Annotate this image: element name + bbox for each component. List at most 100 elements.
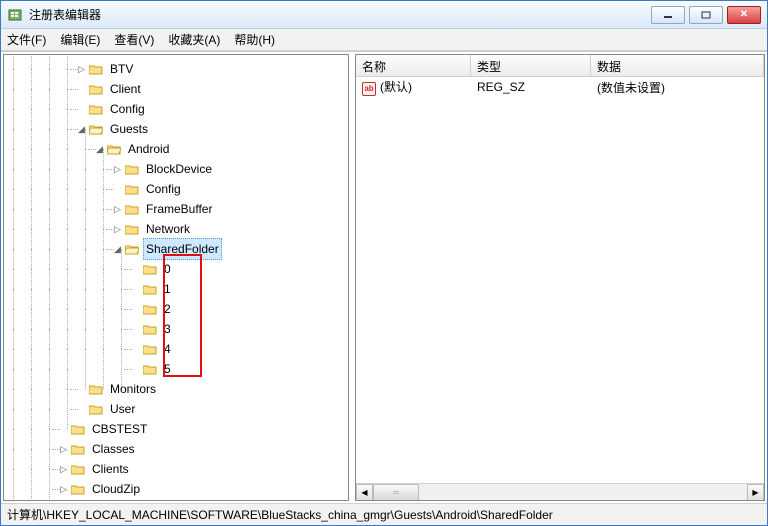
tree-item-label: BTV: [107, 59, 136, 79]
tree-item[interactable]: ▷Classes: [4, 439, 348, 459]
tree-item[interactable]: Client: [4, 79, 348, 99]
tree-item[interactable]: ▷CloudZip: [4, 479, 348, 499]
close-button[interactable]: ✕: [727, 6, 761, 24]
tree-item[interactable]: Monitors: [4, 379, 348, 399]
tree-item[interactable]: 0: [4, 259, 348, 279]
tree-item-label: Android: [125, 139, 172, 159]
tree-item[interactable]: ◢Android: [4, 139, 348, 159]
tree-item-label: 3: [161, 319, 174, 339]
menu-help[interactable]: 帮助(H): [234, 31, 275, 48]
tree-item[interactable]: ▷Network: [4, 219, 348, 239]
folder-icon: [89, 404, 103, 415]
tree-item-label: 2: [161, 299, 174, 319]
tree-item-label: Network: [143, 219, 193, 239]
tree-item[interactable]: 1: [4, 279, 348, 299]
tree-item[interactable]: 2: [4, 299, 348, 319]
folder-icon: [71, 424, 85, 435]
tree-item-label: Client: [107, 79, 144, 99]
titlebar[interactable]: 注册表编辑器 ✕: [1, 1, 767, 29]
window-title: 注册表编辑器: [29, 6, 651, 23]
scroll-left-button[interactable]: ◀: [356, 484, 373, 501]
col-header-name[interactable]: 名称: [356, 55, 471, 76]
cell-data: (数值未设置): [591, 79, 764, 96]
tree-item[interactable]: 5: [4, 359, 348, 379]
folder-icon: [107, 144, 121, 155]
window-buttons: ✕: [651, 6, 761, 24]
tree-item-label: User: [107, 399, 138, 419]
minimize-button[interactable]: [651, 6, 685, 24]
col-header-type[interactable]: 类型: [471, 55, 591, 76]
tree-item-label: 0: [161, 259, 174, 279]
tree-item-label: Config: [107, 99, 148, 119]
tree-item[interactable]: ▷BlockDevice: [4, 159, 348, 179]
folder-icon: [143, 364, 157, 375]
tree-item[interactable]: Config: [4, 99, 348, 119]
folder-icon: [125, 224, 139, 235]
tree-item[interactable]: ◢Guests: [4, 119, 348, 139]
tree-item-label: 5: [161, 359, 174, 379]
tree-item-label: 1: [161, 279, 174, 299]
scroll-thumb[interactable]: ═: [373, 484, 419, 501]
folder-icon: [143, 284, 157, 295]
cell-type: REG_SZ: [471, 80, 591, 94]
tree-item-label: SharedFolder: [143, 238, 222, 260]
cell-name: ab(默认): [356, 78, 471, 96]
scroll-track[interactable]: ═: [373, 484, 747, 501]
folder-icon: [125, 244, 139, 255]
menu-favorites[interactable]: 收藏夹(A): [168, 31, 220, 48]
list-pane: 名称 类型 数据 ab(默认)REG_SZ(数值未设置) ◀ ═ ▶: [355, 54, 765, 501]
folder-icon: [143, 324, 157, 335]
tree-item[interactable]: CBSTEST: [4, 419, 348, 439]
window: 注册表编辑器 ✕ 文件(F) 编辑(E) 查看(V) 收藏夹(A) 帮助(H) …: [0, 0, 768, 526]
tree-item-label: Monitors: [107, 379, 159, 399]
folder-icon: [71, 444, 85, 455]
status-path: 计算机\HKEY_LOCAL_MACHINE\SOFTWARE\BlueStac…: [7, 506, 553, 523]
tree-item-label: FrameBuffer: [143, 199, 215, 219]
folder-icon: [89, 64, 103, 75]
string-value-icon: ab: [362, 82, 376, 96]
menu-edit[interactable]: 编辑(E): [60, 31, 100, 48]
folder-icon: [89, 384, 103, 395]
folder-icon: [143, 344, 157, 355]
folder-icon: [89, 84, 103, 95]
menu-file[interactable]: 文件(F): [7, 31, 46, 48]
tree-item[interactable]: 4: [4, 339, 348, 359]
tree-item[interactable]: ▷Clients: [4, 459, 348, 479]
menu-view[interactable]: 查看(V): [114, 31, 154, 48]
folder-icon: [125, 164, 139, 175]
tree-item[interactable]: ▷BTV: [4, 59, 348, 79]
tree-pane: ▷BTVClientConfig◢Guests◢Android▷BlockDev…: [3, 54, 349, 501]
tree-item[interactable]: ◢SharedFolder: [4, 239, 348, 259]
horizontal-scrollbar[interactable]: ◀ ═ ▶: [356, 483, 764, 500]
col-header-data[interactable]: 数据: [591, 55, 764, 76]
folder-icon: [125, 184, 139, 195]
folder-icon: [71, 484, 85, 495]
folder-icon: [89, 104, 103, 115]
tree-item-label: 4: [161, 339, 174, 359]
folder-icon: [125, 204, 139, 215]
tree-item-label: Config: [143, 179, 184, 199]
tree-item[interactable]: User: [4, 399, 348, 419]
tree-item[interactable]: ▷FrameBuffer: [4, 199, 348, 219]
app-icon: [7, 7, 23, 23]
menubar: 文件(F) 编辑(E) 查看(V) 收藏夹(A) 帮助(H): [1, 29, 767, 51]
tree[interactable]: ▷BTVClientConfig◢Guests◢Android▷BlockDev…: [4, 55, 348, 500]
tree-item-label: CloudZip: [89, 479, 143, 499]
tree-item-label: BlockDevice: [143, 159, 215, 179]
folder-icon: [143, 304, 157, 315]
list-row[interactable]: ab(默认)REG_SZ(数值未设置): [356, 77, 764, 97]
maximize-button[interactable]: [689, 6, 723, 24]
list-body[interactable]: ab(默认)REG_SZ(数值未设置): [356, 77, 764, 483]
tree-item-label: Clients: [89, 459, 132, 479]
folder-icon: [89, 124, 103, 135]
scroll-right-button[interactable]: ▶: [747, 484, 764, 501]
list-header: 名称 类型 数据: [356, 55, 764, 77]
tree-item[interactable]: 3: [4, 319, 348, 339]
folder-icon: [143, 264, 157, 275]
tree-item-label: Guests: [107, 119, 151, 139]
tree-item-label: Classes: [89, 439, 138, 459]
splitter[interactable]: [349, 52, 353, 503]
folder-icon: [71, 464, 85, 475]
tree-item[interactable]: Config: [4, 179, 348, 199]
content-area: ▷BTVClientConfig◢Guests◢Android▷BlockDev…: [1, 51, 767, 503]
